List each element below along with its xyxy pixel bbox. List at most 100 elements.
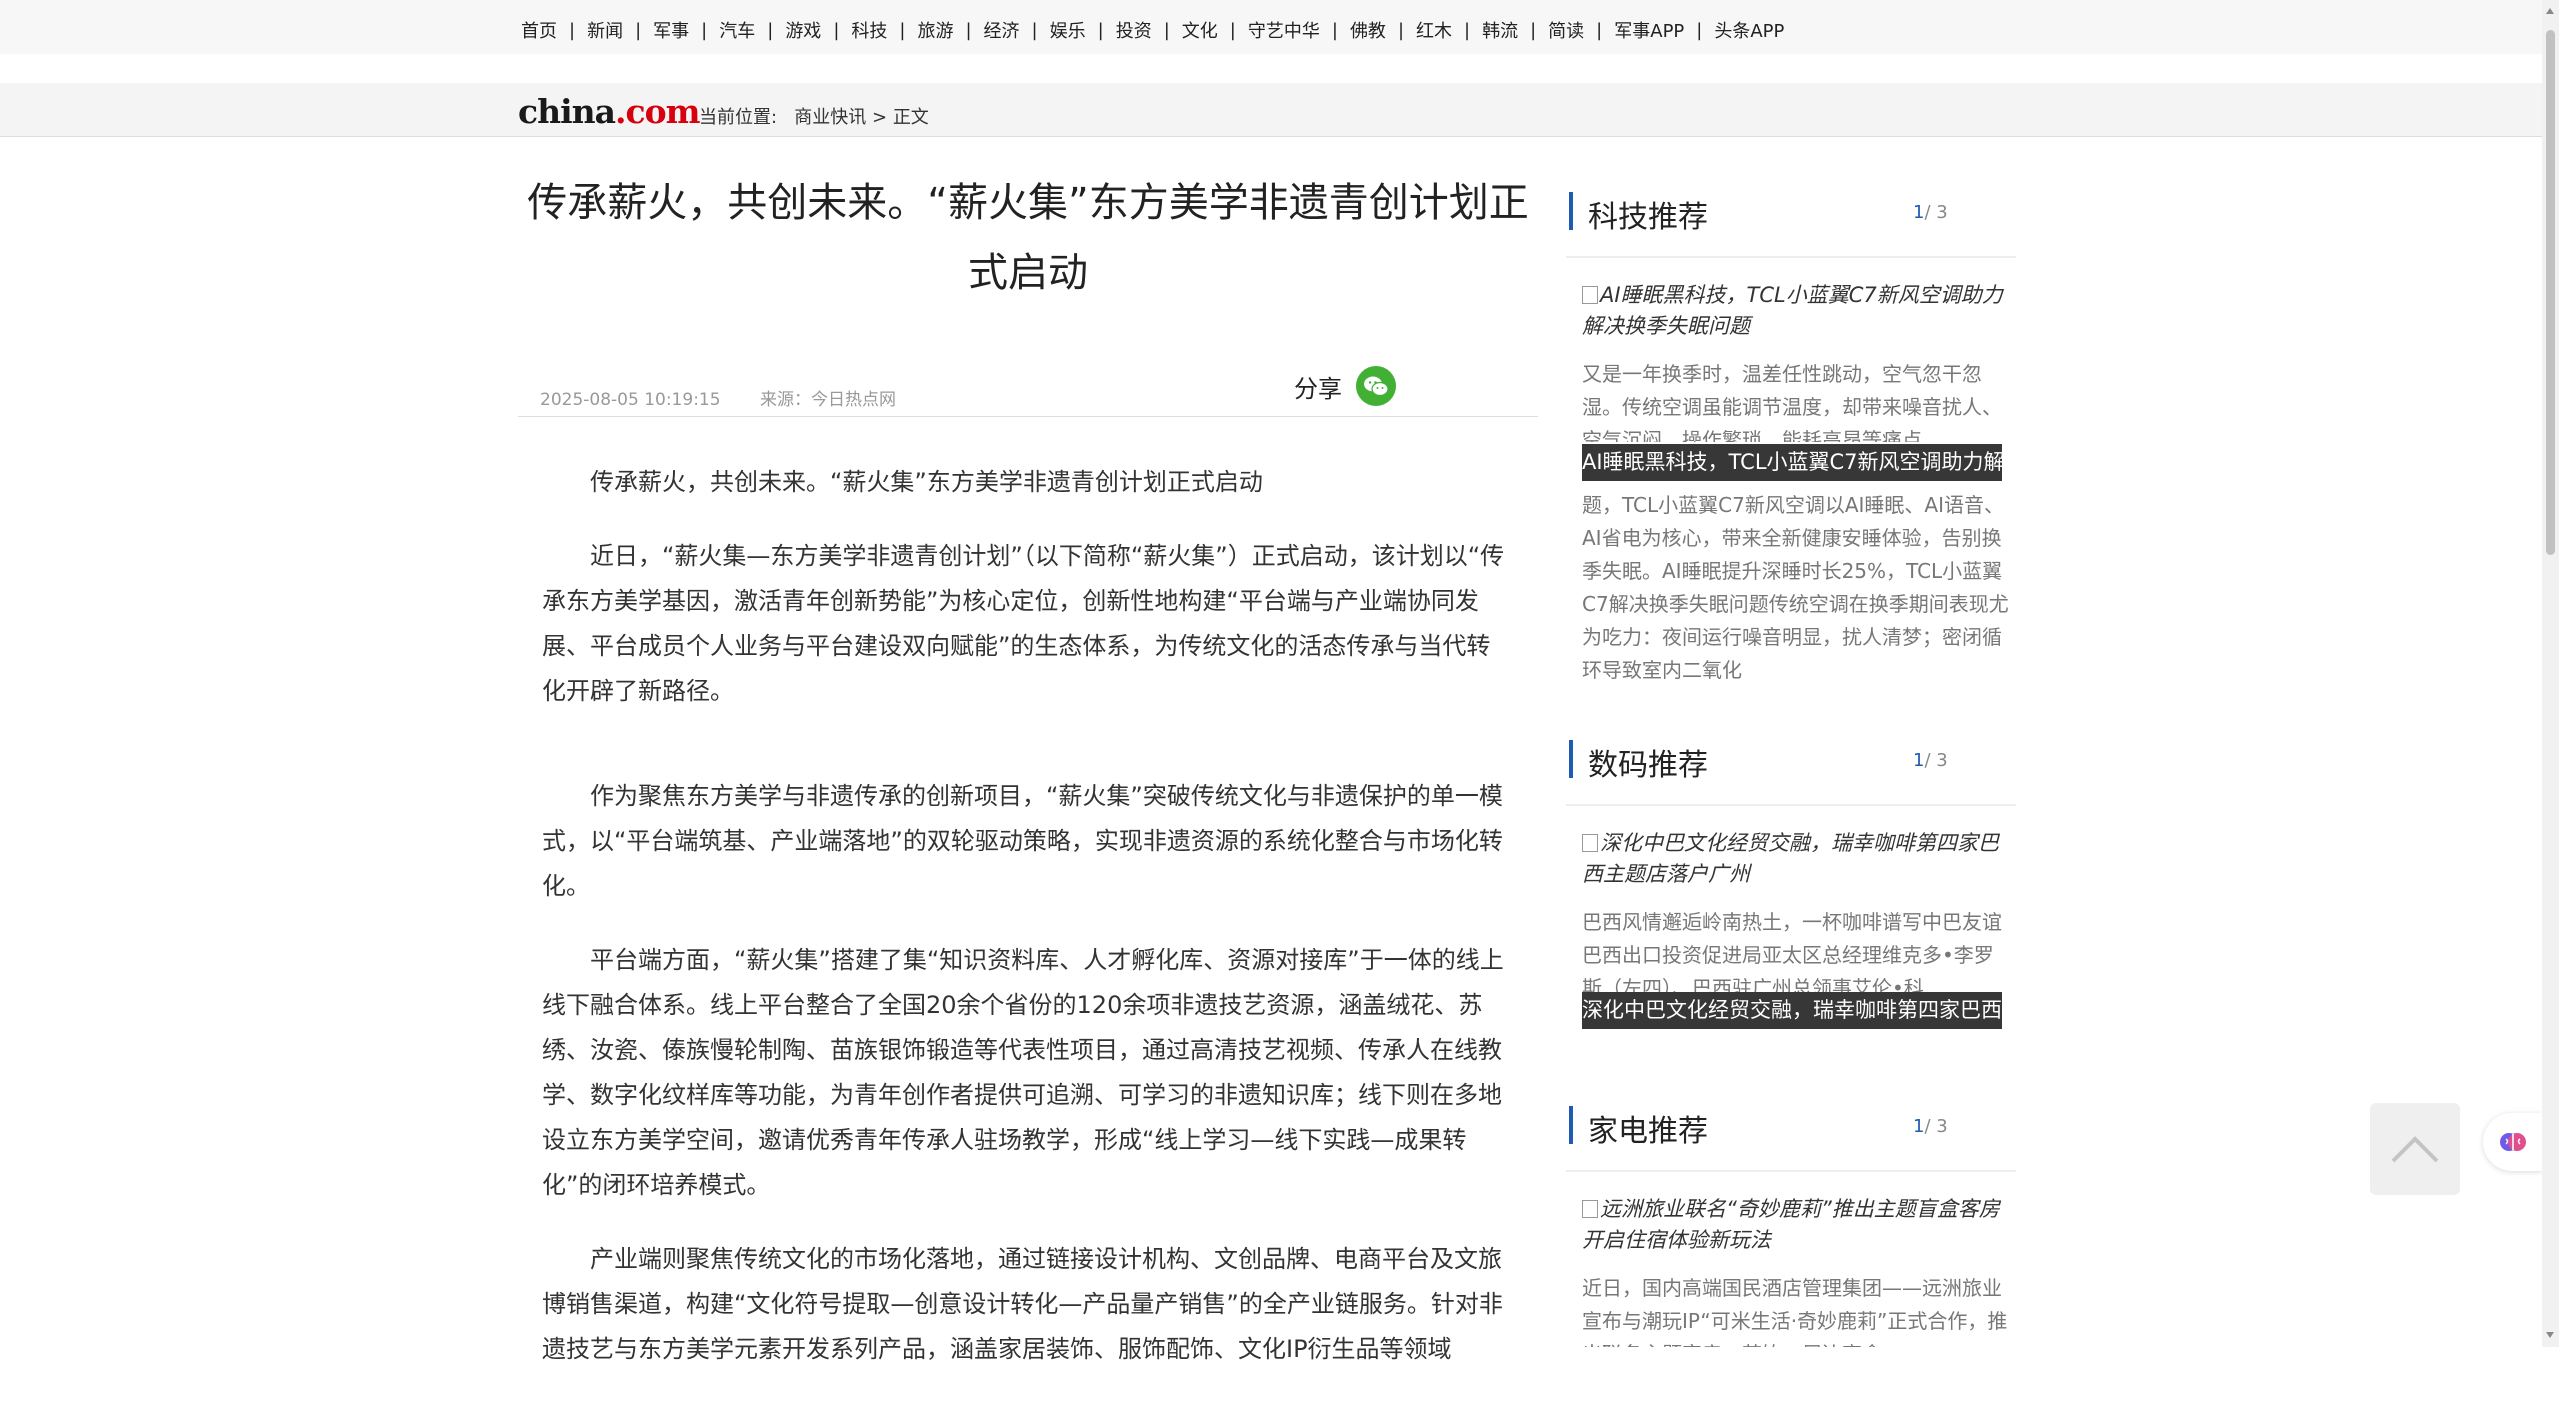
broken-image-icon	[1582, 1200, 1598, 1218]
nav-separator: |	[1696, 19, 1703, 41]
share-area: 分享	[1294, 366, 1396, 406]
section-pager[interactable]: 1/ 3	[1913, 202, 1948, 223]
nav-item[interactable]: 军事APP	[1614, 17, 1684, 43]
nav-item[interactable]: 红木	[1416, 17, 1452, 43]
nav-item[interactable]: 汽车	[719, 17, 755, 43]
pager-current: 1	[1913, 202, 1925, 223]
broken-image-icon	[1582, 286, 1598, 304]
recommend-desc: 又是一年换季时，温差任性跳动，空气忽干忽湿。传统空调虽能调节温度，却带来噪音扰人…	[1582, 362, 2002, 442]
broken-image-icon	[1582, 834, 1598, 852]
nav-separator: |	[635, 19, 642, 41]
site-logo[interactable]: china.com	[518, 92, 701, 131]
nav-item[interactable]: 游戏	[785, 17, 821, 43]
scroll-up-arrow[interactable]	[2546, 8, 2554, 14]
section-accent-bar	[1569, 192, 1573, 230]
nav-item[interactable]: 新闻	[587, 17, 623, 43]
pager-current: 1	[1913, 1116, 1925, 1137]
scroll-down-arrow[interactable]	[2546, 1332, 2554, 1338]
section-divider	[1566, 804, 2016, 806]
article-paragraph: 作为聚焦东方美学与非遗传承的创新项目，“薪火集”突破传统文化与非遗保护的单一模式…	[542, 782, 1503, 900]
nav-separator: |	[1530, 19, 1537, 41]
sidebar-section-appliance: 家电推荐 1/ 3 远洲旅业联名“奇妙鹿莉”推出主题盲盒客房 开启住宿体验新玩法…	[1566, 1094, 2016, 1347]
nav-separator: |	[767, 19, 774, 41]
breadcrumb-link-category[interactable]: 商业快讯	[794, 107, 866, 128]
recommend-desc: 巴西风情邂逅岭南热土，一杯咖啡谱写中巴友谊巴西出口投资促进局亚太区总经理维克多•…	[1582, 910, 2002, 992]
nav-separator: |	[1464, 19, 1471, 41]
nav-item[interactable]: 娱乐	[1050, 17, 1086, 43]
broken-image-link[interactable]: AI睡眠黑科技，TCL小蓝翼C7新风空调助力解决换季失眠问题	[1582, 280, 2012, 342]
broken-image-link[interactable]: 远洲旅业联名“奇妙鹿莉”推出主题盲盒客房 开启住宿体验新玩法	[1582, 1194, 2012, 1256]
logo-main-text: china	[518, 92, 616, 131]
section-pager[interactable]: 1/ 3	[1913, 1116, 1948, 1137]
section-accent-bar	[1569, 1106, 1573, 1144]
top-nav: 首页 | 新闻 | 军事 | 汽车 | 游戏 | 科技 | 旅游 | 经济 | 娱乐 | 投资 | 文化 | 守艺中华 | 佛教…	[0, 0, 2542, 54]
nav-separator: |	[1163, 19, 1170, 41]
nav-item[interactable]: 旅游	[917, 17, 953, 43]
chevron-up-icon	[2391, 1136, 2439, 1163]
nav-separator: |	[569, 19, 576, 41]
section-heading: 数码推荐	[1588, 748, 1708, 783]
article-meta: 2025-08-05 10:19:15 来源：今日热点网	[540, 385, 930, 410]
share-label: 分享	[1294, 374, 1342, 403]
nav-item[interactable]: 守艺中华	[1248, 17, 1320, 43]
section-pager[interactable]: 1/ 3	[1913, 750, 1948, 771]
nav-separator: |	[899, 19, 906, 41]
breadcrumb: 当前位置: 商业快讯 > 正文	[699, 103, 929, 129]
nav-item[interactable]: 韩流	[1482, 17, 1518, 43]
breadcrumb-label: 当前位置:	[699, 107, 778, 128]
nav-item[interactable]: 投资	[1116, 17, 1152, 43]
recommend-title-overlay[interactable]: AI睡眠黑科技，TCL小蓝翼C7新风空调助力解	[1582, 444, 2002, 481]
sidebar-section-tech: 科技推荐 1/ 3 AI睡眠黑科技，TCL小蓝翼C7新风空调助力解决换季失眠问题…	[1566, 180, 2016, 700]
nav-separator: |	[833, 19, 840, 41]
image-alt-text: 深化中巴文化经贸交融，瑞幸咖啡第四家巴西主题店落户广州	[1582, 831, 1999, 886]
logo-suffix-text: .com	[615, 92, 701, 131]
assistant-button[interactable]	[2483, 1113, 2542, 1171]
image-alt-text: AI睡眠黑科技，TCL小蓝翼C7新风空调助力解决换季失眠问题	[1582, 283, 2003, 338]
article-body: 传承薪火，共创未来。“薪火集”东方美学非遗青创计划正式启动 近日，“薪火集—东方…	[542, 460, 1508, 1401]
scrollbar-thumb[interactable]	[2546, 30, 2555, 555]
top-nav-links: 首页 | 新闻 | 军事 | 汽车 | 游戏 | 科技 | 旅游 | 经济 | 娱乐 | 投资 | 文化 | 守艺中华 | 佛教…	[521, 0, 1784, 60]
section-heading: 科技推荐	[1588, 200, 1708, 235]
nav-item[interactable]: 佛教	[1350, 17, 1386, 43]
article-source: 来源：今日热点网	[759, 390, 896, 410]
back-to-top-button[interactable]	[2370, 1103, 2460, 1195]
nav-item[interactable]: 经济	[984, 17, 1020, 43]
section-accent-bar	[1569, 740, 1573, 778]
wechat-icon[interactable]	[1356, 366, 1396, 406]
nav-item[interactable]: 文化	[1182, 17, 1218, 43]
article-date: 2025-08-05 10:19:15	[540, 390, 721, 410]
article-paragraph: 近日，“薪火集—东方美学非遗青创计划”（以下简称“薪火集”）正式启动，该计划以“…	[542, 542, 1505, 705]
broken-image-link[interactable]: 深化中巴文化经贸交融，瑞幸咖啡第四家巴西主题店落户广州	[1582, 828, 2012, 890]
pager-total: / 3	[1924, 202, 1948, 223]
recommend-desc: 近日，国内高端国民酒店管理集团——远洲旅业宣布与潮玩IP“可米生活·奇妙鹿莉”正…	[1582, 1276, 2008, 1347]
nav-separator: |	[1097, 19, 1104, 41]
nav-separator: |	[1229, 19, 1236, 41]
page-scrollbar[interactable]	[2542, 0, 2559, 1347]
nav-item[interactable]: 首页	[521, 17, 557, 43]
breadcrumb-current: 正文	[892, 107, 929, 128]
article-paragraph: 传承薪火，共创未来。“薪火集”东方美学非遗青创计划正式启动	[590, 468, 1263, 496]
brain-icon	[2499, 1133, 2526, 1151]
nav-item[interactable]: 军事	[653, 17, 689, 43]
section-divider	[1566, 256, 2016, 258]
pager-total: / 3	[1924, 1116, 1948, 1137]
nav-separator: |	[1596, 19, 1603, 41]
section-heading: 家电推荐	[1588, 1114, 1708, 1149]
nav-item[interactable]: 简读	[1548, 17, 1584, 43]
recommend-desc-continued: 题，TCL小蓝翼C7新风空调以AI睡眠、AI语音、AI省电为核心，带来全新健康安…	[1582, 493, 2009, 682]
nav-separator: |	[1397, 19, 1405, 41]
nav-separator: |	[701, 19, 708, 41]
nav-item[interactable]: 头条APP	[1714, 17, 1784, 43]
breadcrumb-separator: >	[871, 107, 888, 128]
article-paragraph: 平台端方面，“薪火集”搭建了集“知识资料库、人才孵化库、资源对接库”于一体的线上…	[542, 946, 1504, 1199]
pager-current: 1	[1913, 750, 1925, 771]
nav-separator: |	[1331, 19, 1338, 41]
nav-item[interactable]: 科技	[851, 17, 887, 43]
article-divider	[518, 416, 1538, 417]
section-divider	[1566, 1170, 2016, 1172]
recommend-title-overlay[interactable]: 深化中巴文化经贸交融，瑞幸咖啡第四家巴西	[1582, 992, 2002, 1029]
article-paragraph: 产业端则聚焦传统文化的市场化落地，通过链接设计机构、文创品牌、电商平台及文旅博销…	[542, 1245, 1503, 1363]
logo-bar	[0, 83, 2542, 137]
sidebar-section-digital: 数码推荐 1/ 3 深化中巴文化经贸交融，瑞幸咖啡第四家巴西主题店落户广州 巴西…	[1566, 728, 2016, 1088]
pager-total: / 3	[1924, 750, 1948, 771]
